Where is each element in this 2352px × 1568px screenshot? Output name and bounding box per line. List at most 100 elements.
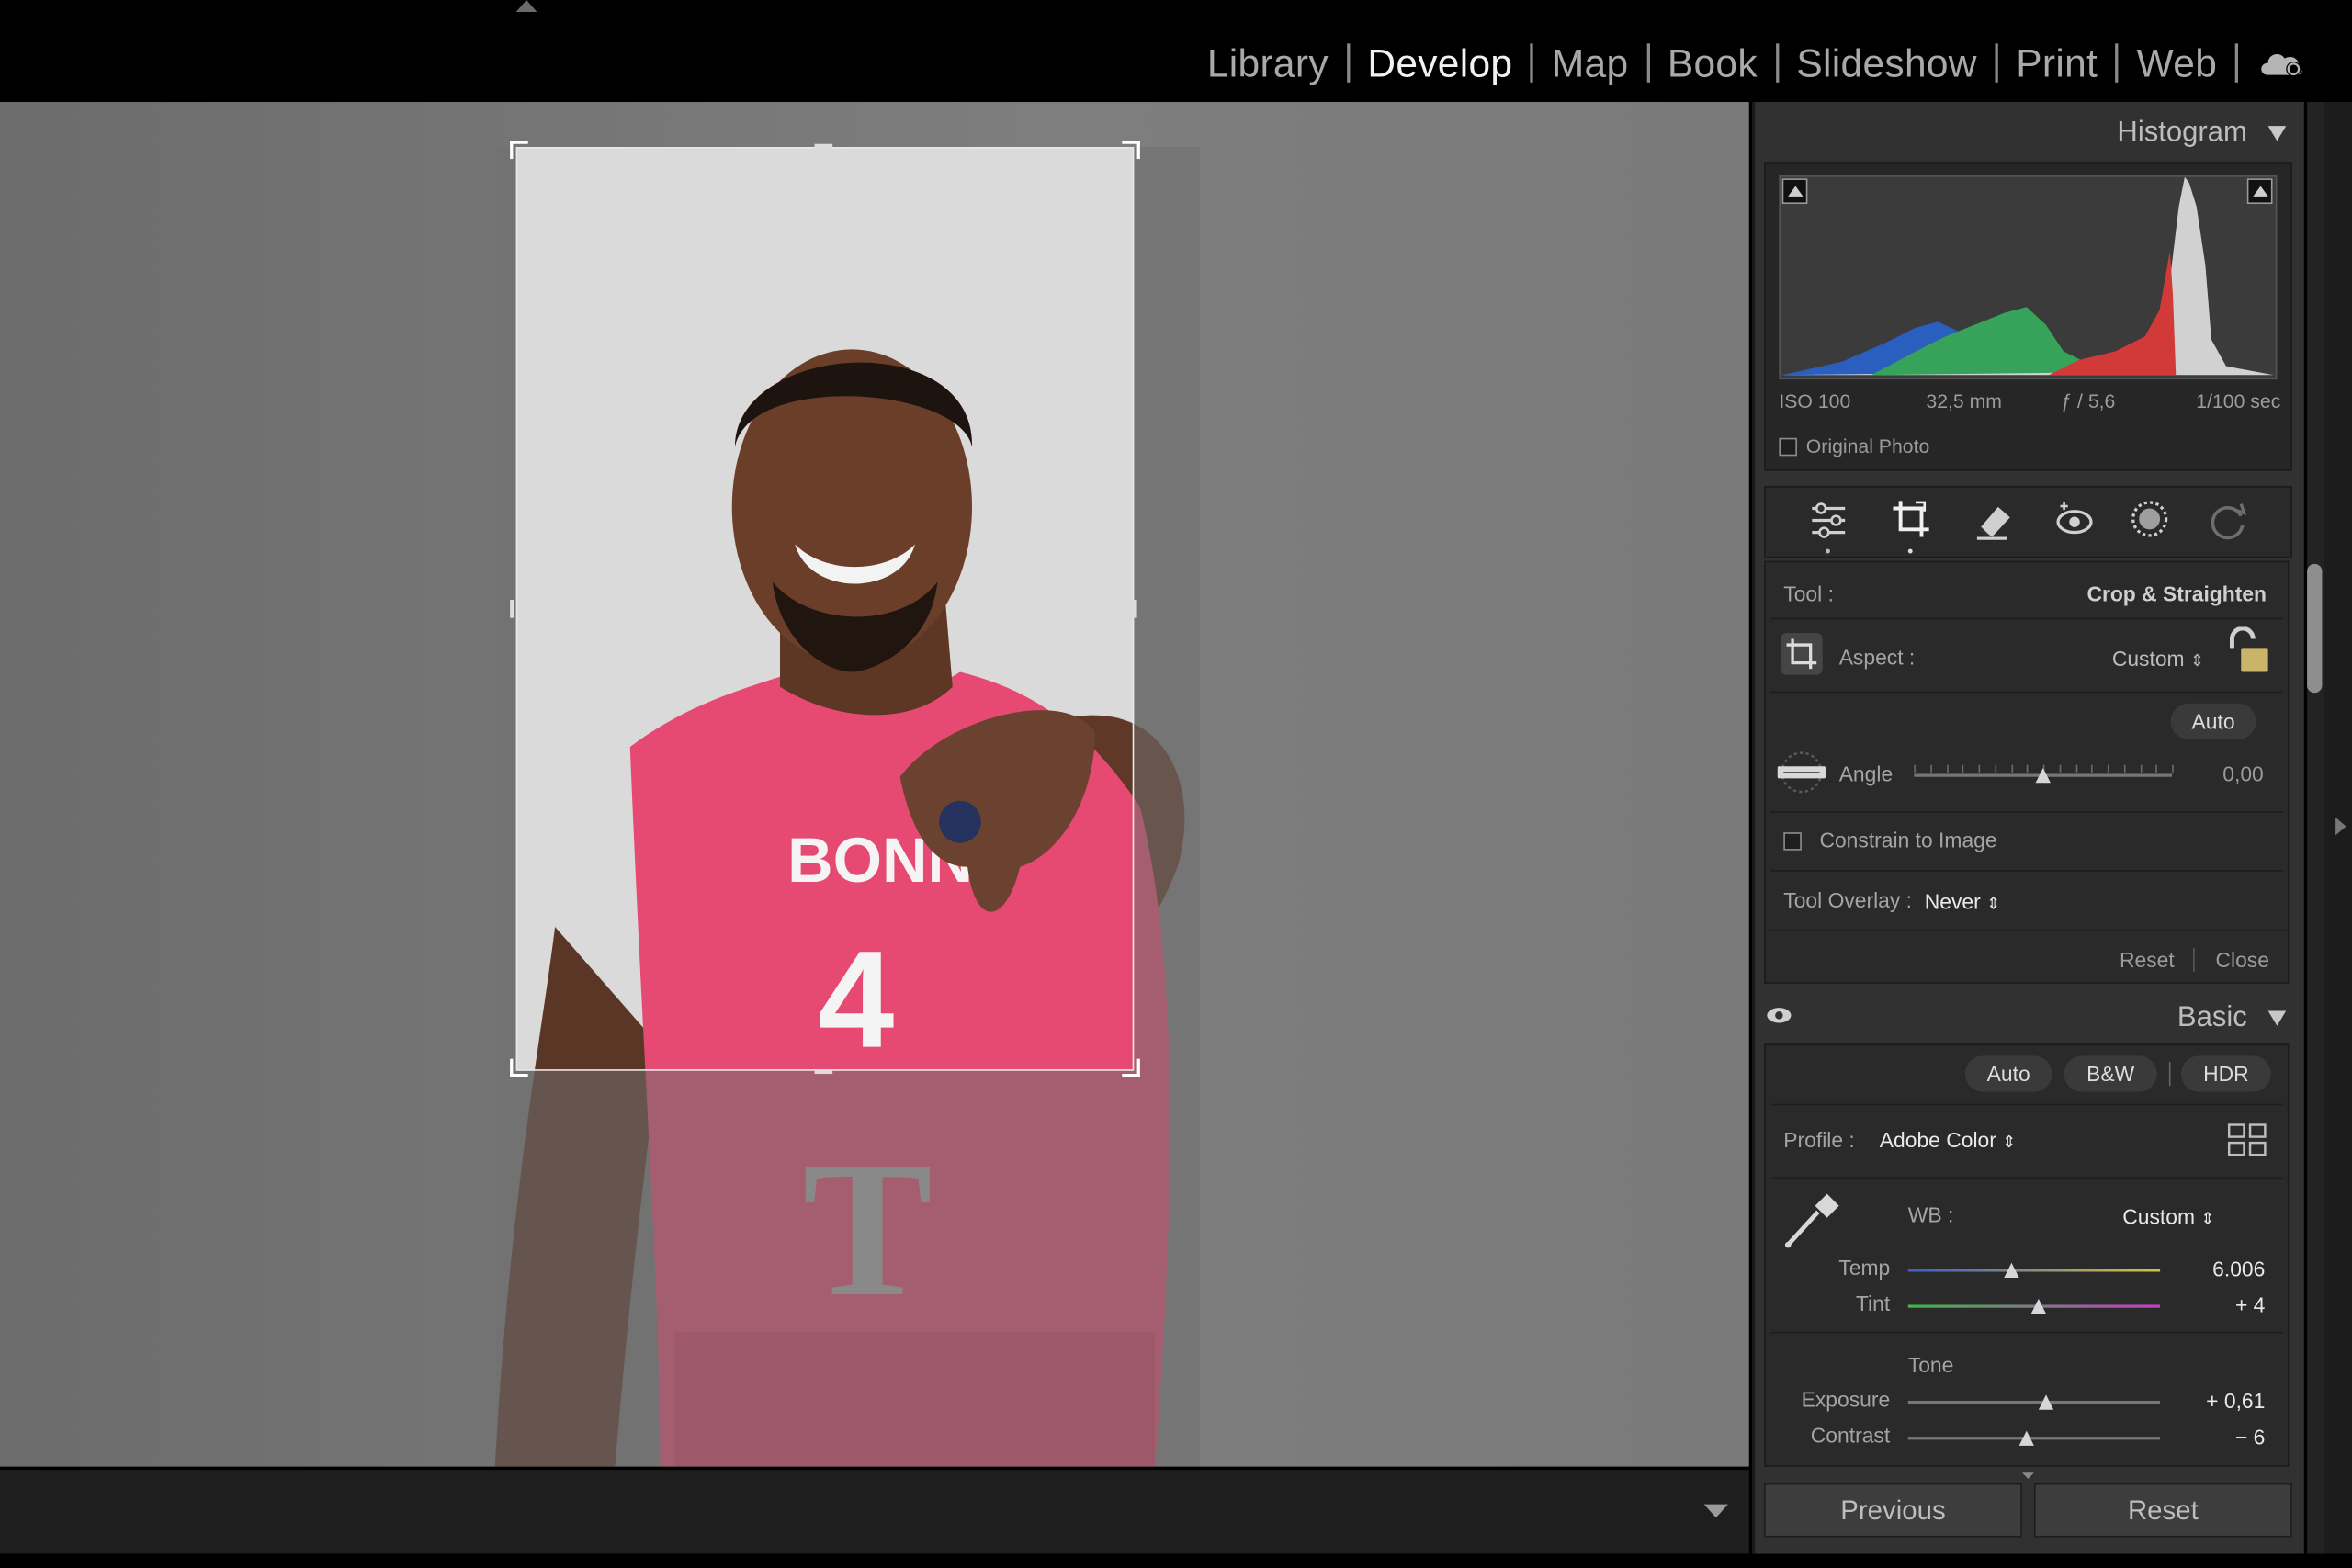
healing-eraser-icon[interactable] xyxy=(1971,498,2016,543)
angle-tick xyxy=(2107,764,2109,773)
image-canvas[interactable]: BONN 4 T xyxy=(0,102,1749,1467)
red-eye-icon[interactable] xyxy=(2052,498,2098,543)
angle-tick xyxy=(2075,764,2077,773)
divider xyxy=(1770,691,2283,694)
profile-value: Adobe Color xyxy=(1879,1127,1996,1152)
wb-value: Custom xyxy=(2122,1204,2196,1229)
right-panel-scrollbar[interactable] xyxy=(2307,102,2325,1554)
contrast-thumb[interactable] xyxy=(2018,1430,2034,1446)
profile-browser-grid-icon[interactable] xyxy=(2226,1122,2268,1157)
exposure-slider[interactable] xyxy=(1907,1386,2161,1416)
angle-slider[interactable] xyxy=(1914,753,2174,792)
angle-label: Angle xyxy=(1838,761,1894,786)
aperture-readout: ƒ / 5,6 xyxy=(2061,389,2116,412)
module-library[interactable]: Library xyxy=(1189,39,1346,86)
basic-header[interactable]: Basic xyxy=(2177,1002,2287,1035)
stepper-arrows-icon: ⇕ xyxy=(2200,1210,2215,1229)
angle-tick xyxy=(2140,764,2142,773)
collapse-triangle-icon[interactable] xyxy=(2267,1010,2287,1026)
constrain-label: Constrain to Image xyxy=(1819,828,1997,852)
tint-slider[interactable] xyxy=(1907,1290,2161,1320)
temp-thumb[interactable] xyxy=(2004,1262,2019,1279)
iso-readout: ISO 100 xyxy=(1779,389,1851,412)
crop-frame[interactable] xyxy=(515,147,1135,1071)
previous-button[interactable]: Previous xyxy=(1764,1483,2022,1538)
exposure-track xyxy=(1907,1400,2161,1404)
shadow-clipping-toggle[interactable] xyxy=(1781,178,1808,205)
module-print[interactable]: Print xyxy=(1998,39,2116,86)
crop-close-button[interactable]: Close xyxy=(2215,948,2268,972)
reset-button[interactable]: Reset xyxy=(2033,1483,2292,1538)
divider xyxy=(1770,1331,2283,1334)
crop-handle-top-left[interactable] xyxy=(510,141,528,160)
module-slideshow[interactable]: Slideshow xyxy=(1779,39,1996,86)
profile-label: Profile : xyxy=(1783,1127,1855,1152)
crop-reset-button[interactable]: Reset xyxy=(2120,948,2175,972)
profile-dropdown[interactable]: Adobe Color ⇕ xyxy=(1880,1128,2016,1152)
module-develop[interactable]: Develop xyxy=(1350,39,1531,86)
cloud-sync-icon[interactable] xyxy=(2256,45,2308,81)
histogram-graph[interactable] xyxy=(1779,175,2278,380)
stepper-arrows-icon: ⇕ xyxy=(2002,1134,2017,1152)
aspect-crop-icon[interactable] xyxy=(1779,631,1824,676)
scrollbar-thumb[interactable] xyxy=(2307,563,2323,694)
collapse-triangle-icon[interactable] xyxy=(2267,126,2287,141)
panel-visibility-eye-icon[interactable] xyxy=(1764,1005,1794,1026)
angle-thumb[interactable] xyxy=(2035,767,2051,784)
crop-handle-right[interactable] xyxy=(1132,600,1137,618)
expand-right-panel-arrow-icon[interactable] xyxy=(2335,817,2346,836)
separator xyxy=(2168,1061,2171,1087)
toolbar-strip xyxy=(0,1466,1749,1554)
crop-handle-bottom-left[interactable] xyxy=(510,1058,528,1077)
histogram-header[interactable]: Histogram xyxy=(2117,117,2287,150)
panel-collapse-arrow-icon[interactable] xyxy=(515,0,537,13)
basic-auto-button[interactable]: Auto xyxy=(1964,1055,2052,1092)
wb-dropdown[interactable]: Custom ⇕ xyxy=(2122,1204,2214,1228)
constrain-checkbox[interactable] xyxy=(1783,832,1802,851)
crop-handle-bottom-right[interactable] xyxy=(1122,1058,1140,1077)
original-photo-checkbox[interactable] xyxy=(1779,437,1797,457)
exposure-label: Exposure xyxy=(1801,1387,1891,1412)
angle-tick xyxy=(2172,764,2174,773)
wb-eyedropper-icon[interactable] xyxy=(1779,1188,1845,1254)
original-photo-label: Original Photo xyxy=(1805,434,1930,457)
contrast-value[interactable]: − 6 xyxy=(2235,1425,2265,1449)
crop-handle-bottom[interactable] xyxy=(814,1069,833,1075)
presets-refresh-icon[interactable] xyxy=(2205,498,2250,543)
angle-tick xyxy=(1929,764,1932,773)
crop-tool-icon[interactable] xyxy=(1889,496,1934,541)
angle-value[interactable]: 0,00 xyxy=(2222,761,2263,785)
toolbar-dropdown-arrow-icon[interactable] xyxy=(1703,1504,1728,1518)
aspect-lock-icon[interactable] xyxy=(2223,626,2271,678)
active-dot xyxy=(1907,548,1913,554)
contrast-label: Contrast xyxy=(1810,1423,1891,1448)
contrast-slider[interactable] xyxy=(1907,1422,2161,1452)
temp-slider[interactable] xyxy=(1907,1254,2161,1284)
aspect-value: Custom xyxy=(2111,646,2185,671)
crop-handle-top-right[interactable] xyxy=(1122,141,1140,160)
bw-button[interactable]: B&W xyxy=(2064,1055,2157,1092)
temp-value[interactable]: 6.006 xyxy=(2212,1257,2265,1280)
tint-value[interactable]: + 4 xyxy=(2235,1292,2265,1316)
straighten-level-icon[interactable] xyxy=(1774,750,1828,795)
highlight-clipping-toggle[interactable] xyxy=(2246,178,2273,205)
angle-tick xyxy=(2010,764,2013,773)
crop-auto-button[interactable]: Auto xyxy=(2170,703,2256,739)
aspect-dropdown[interactable]: Custom ⇕ xyxy=(2112,647,2204,671)
crop-handle-left[interactable] xyxy=(510,600,515,618)
stepper-arrows-icon: ⇕ xyxy=(1986,895,2001,914)
edit-sliders-icon[interactable] xyxy=(1806,498,1851,543)
histogram-title: Histogram xyxy=(2117,117,2247,149)
tool-overlay-dropdown[interactable]: Never ⇕ xyxy=(1925,889,2000,913)
angle-tick xyxy=(1962,764,1964,773)
module-web[interactable]: Web xyxy=(2119,39,2235,86)
module-book[interactable]: Book xyxy=(1649,39,1775,86)
hdr-button[interactable]: HDR xyxy=(2180,1055,2271,1092)
tone-label: Tone xyxy=(1907,1352,1954,1377)
masking-icon[interactable] xyxy=(2127,496,2172,541)
exposure-thumb[interactable] xyxy=(2039,1394,2054,1410)
module-map[interactable]: Map xyxy=(1533,39,1646,86)
tint-thumb[interactable] xyxy=(2031,1298,2047,1314)
crop-handle-top[interactable] xyxy=(814,143,833,149)
exposure-value[interactable]: + 0,61 xyxy=(2206,1389,2265,1413)
